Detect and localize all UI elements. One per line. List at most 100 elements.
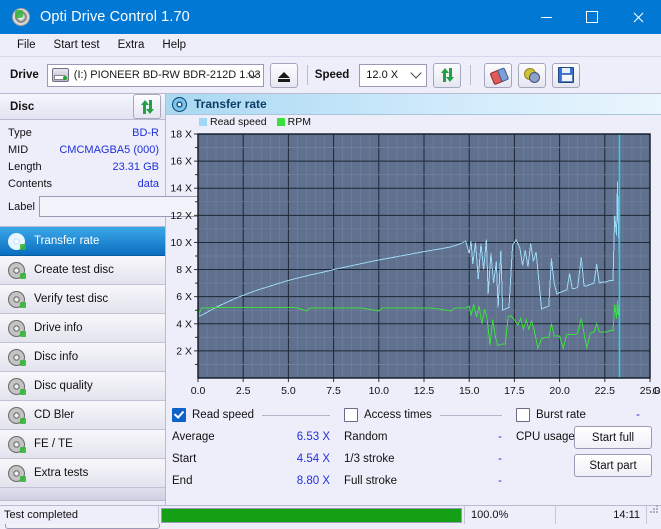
access-times-checkbox[interactable]	[344, 408, 358, 422]
disc-info-table: Type BD-R MID CMCMAGBA5 (000) Length 23.…	[0, 120, 165, 192]
sidebar-filler	[0, 488, 165, 501]
speed-select-value: 12.0 X	[366, 69, 399, 81]
sidebar-item-disc-info[interactable]: Disc info	[0, 343, 165, 372]
save-button[interactable]	[552, 62, 581, 88]
svg-text:14 X: 14 X	[170, 183, 192, 195]
create-test-disc-icon	[8, 261, 26, 279]
sidebar-item-create-test-disc[interactable]: Create test disc	[0, 256, 165, 285]
refresh-button[interactable]	[433, 62, 462, 88]
legend-swatch-read-speed	[199, 117, 207, 126]
progress-fill	[162, 508, 461, 522]
svg-text:6 X: 6 X	[176, 291, 192, 303]
window-title: Opti Drive Control 1.70	[40, 9, 190, 25]
random-label: Random	[344, 431, 388, 443]
read-speed-checkbox[interactable]	[172, 408, 186, 422]
app-window: Opti Drive Control 1.70 File Start test …	[0, 0, 661, 529]
refresh-icon	[440, 68, 455, 82]
eject-button[interactable]	[269, 62, 298, 88]
maximize-icon	[586, 11, 598, 23]
progress-track	[161, 507, 462, 523]
disc-refresh-button[interactable]	[133, 94, 161, 119]
settings-button[interactable]	[518, 62, 547, 88]
svg-text:2.5: 2.5	[236, 385, 251, 397]
close-icon	[632, 11, 644, 23]
svg-text:15.0: 15.0	[459, 385, 480, 397]
stat-average: Average 6.53 X	[172, 431, 344, 443]
action-buttons: Start full Start part	[574, 426, 652, 482]
progress-percent-text: 100.0%	[465, 506, 556, 524]
stat-random: Random -	[344, 431, 516, 443]
divider	[439, 414, 502, 416]
drive-select-value: (I:) PIONEER BD-RW BDR-212D 1.03	[73, 69, 261, 81]
erase-disc-button[interactable]	[484, 62, 513, 88]
toolbar-divider-2	[470, 65, 472, 85]
access-times-checkbox-label: Access times	[364, 409, 432, 421]
chart-legend: Read speed RPM	[166, 115, 661, 128]
disc-quality-icon	[8, 377, 26, 395]
burst-rate-checkbox-label: Burst rate	[536, 409, 586, 421]
sidebar-item-transfer-rate[interactable]: Transfer rate	[0, 227, 165, 256]
disc-label-row: Label	[0, 192, 252, 218]
maximize-button[interactable]	[569, 0, 615, 34]
disc-contents-label: Contents	[8, 177, 53, 190]
transfer-rate-chart: 2 X 4 X 6 X 8 X 10 X 12 X 14 X 16 X 18 X 0.0 2.5 5.…	[170, 129, 661, 398]
disc-length-label: Length	[8, 160, 42, 173]
status-bar: Test completed 100.0% 14:11	[0, 505, 661, 524]
menu-start-test[interactable]: Start test	[45, 37, 109, 53]
svg-text:4 X: 4 X	[176, 318, 192, 330]
svg-text:12 X: 12 X	[170, 210, 192, 222]
chart-title: Transfer rate	[194, 97, 267, 111]
sidebar-item-drive-info[interactable]: Drive info	[0, 314, 165, 343]
svg-text:2 X: 2 X	[176, 345, 192, 357]
sidebar-item-label: Create test disc	[34, 264, 114, 276]
burst-rate-value: -	[636, 409, 640, 421]
drive-select[interactable]: (I:) PIONEER BD-RW BDR-212D 1.03	[46, 63, 264, 87]
speed-select[interactable]: 12.0 X	[359, 63, 428, 87]
sidebar-item-cd-bler[interactable]: CD Bler	[0, 401, 165, 430]
disc-mid-label: MID	[8, 143, 29, 156]
speed-label: Speed	[314, 69, 350, 81]
start-part-button[interactable]: Start part	[574, 454, 652, 477]
stats-header-row: Read speed Access times Burst rate -	[172, 404, 654, 426]
average-value: 6.53 X	[296, 431, 330, 443]
menu-file[interactable]: File	[8, 37, 45, 53]
legend-swatch-rpm	[276, 117, 285, 126]
drive-label: Drive	[10, 69, 39, 81]
menu-extra[interactable]: Extra	[109, 37, 154, 53]
eject-icon	[277, 72, 290, 82]
legend-label-rpm: RPM	[287, 115, 311, 128]
stat-one-third-stroke: 1/3 stroke -	[344, 453, 516, 465]
title-bar: Opti Drive Control 1.70	[0, 0, 661, 34]
disc-length-value: 23.31 GB	[112, 160, 159, 173]
disc-info-icon	[8, 348, 26, 366]
disc-contents-value: data	[137, 177, 159, 190]
close-button[interactable]	[615, 0, 661, 34]
main-body: Disc Type BD-R MID CMCMAGBA5 (000) Lengt…	[0, 94, 661, 529]
read-speed-checkbox-label: Read speed	[192, 409, 255, 421]
toolbar: Drive (I:) PIONEER BD-RW BDR-212D 1.03 S…	[0, 57, 661, 94]
end-value: 8.80 X	[296, 475, 330, 487]
svg-text:7.5: 7.5	[326, 385, 341, 397]
transfer-rate-icon	[8, 232, 26, 250]
drive-info-icon	[8, 319, 26, 337]
minimize-button[interactable]	[523, 0, 569, 34]
svg-text:17.5: 17.5	[504, 385, 525, 397]
sidebar-item-label: Extra tests	[34, 467, 89, 479]
disc-type-value: BD-R	[132, 126, 159, 139]
sidebar-item-disc-quality[interactable]: Disc quality	[0, 372, 165, 401]
menu-help[interactable]: Help	[153, 37, 195, 53]
end-label: End	[172, 475, 193, 487]
disc-panel-title: Disc	[10, 100, 35, 113]
sidebar-item-extra-tests[interactable]: Extra tests	[0, 459, 165, 488]
cd-bler-icon	[8, 406, 26, 424]
optical-drive-icon	[51, 68, 69, 82]
minimize-icon	[540, 16, 552, 18]
cpu-usage-label: CPU usage	[516, 431, 575, 443]
sidebar-item-verify-test-disc[interactable]: Verify test disc	[0, 285, 165, 314]
sidebar-item-label: Disc quality	[34, 380, 93, 392]
start-label: Start	[172, 453, 197, 465]
sidebar-item-fe-te[interactable]: FE / TE	[0, 430, 165, 459]
stats-col2-header: Access times	[344, 408, 516, 422]
burst-rate-checkbox[interactable]	[516, 408, 530, 422]
start-full-button[interactable]: Start full	[574, 426, 652, 449]
